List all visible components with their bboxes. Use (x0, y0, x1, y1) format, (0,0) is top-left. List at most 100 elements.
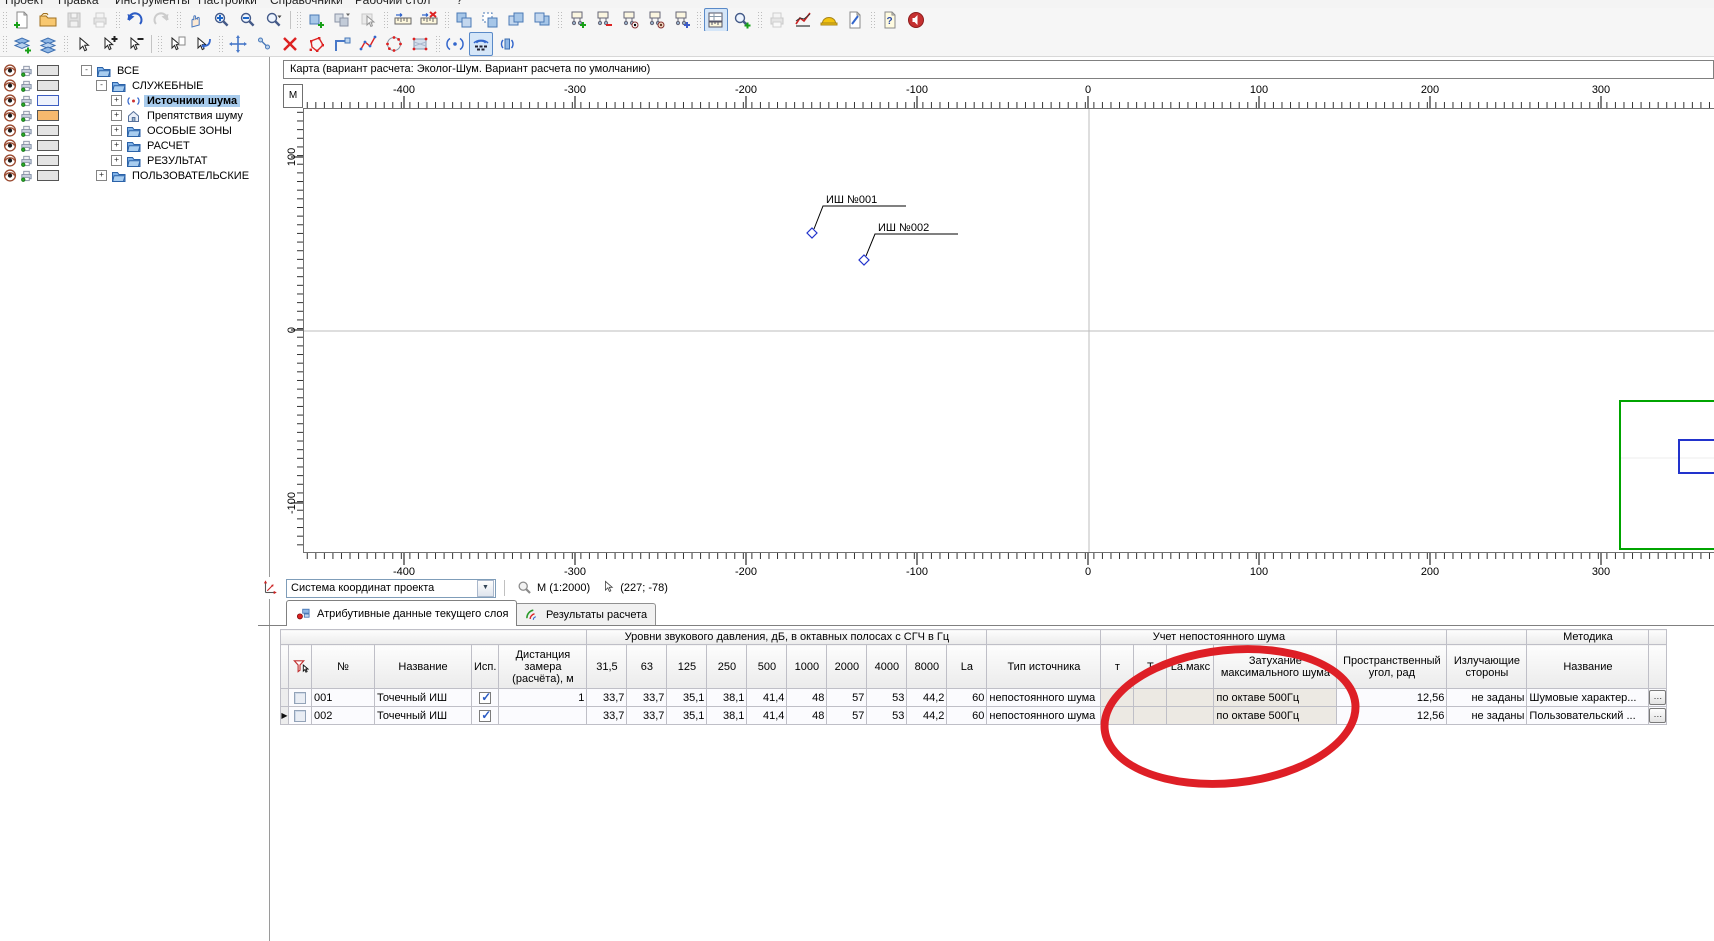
column-header[interactable]: 250 (707, 645, 747, 689)
source-type-cell[interactable]: непостоянного шума (987, 707, 1101, 725)
noise-source-marker[interactable]: ИШ №002 (859, 222, 958, 265)
visibility-eye-icon[interactable] (3, 64, 17, 77)
zoom-scale-button[interactable] (262, 8, 286, 32)
level-cell[interactable]: 35,1 (667, 689, 707, 707)
expand-icon[interactable]: + (111, 155, 122, 166)
collapse-icon[interactable]: - (96, 80, 107, 91)
noise-area-tool-button[interactable] (495, 32, 519, 56)
sound-calc-button[interactable] (904, 8, 928, 32)
menu-item-?[interactable]: ? (456, 0, 463, 7)
open-folder-button[interactable] (36, 8, 60, 32)
paste-shape-button[interactable] (478, 8, 502, 32)
level-cell[interactable]: 60 (947, 707, 987, 725)
level-cell[interactable]: 41,4 (747, 689, 787, 707)
select-add-button[interactable] (304, 8, 328, 32)
layer-print-icon[interactable] (19, 124, 34, 137)
zoom-object-button[interactable] (730, 8, 754, 32)
level-cell[interactable]: 53 (867, 689, 907, 707)
filter-header-cell[interactable] (289, 645, 312, 689)
print-map-button[interactable] (765, 8, 789, 32)
tree-row-служебные[interactable]: - СЛУЖЕБНЫЕ (0, 78, 269, 93)
level-cell[interactable]: 33,7 (587, 707, 627, 725)
layer-print-icon[interactable] (19, 169, 34, 182)
tree-row-особые-зоны[interactable]: +ОСОБЫЕ ЗОНЫ (0, 123, 269, 138)
polygon-tool-button[interactable] (304, 32, 328, 56)
layer-node-add-button[interactable] (565, 8, 589, 32)
tree-row-источники-шума[interactable]: + Источники шума (0, 93, 269, 108)
building-rect[interactable] (1620, 401, 1714, 549)
expand-icon[interactable]: + (111, 110, 122, 121)
level-cell[interactable]: 33,7 (627, 707, 667, 725)
edit-cell[interactable]: … (1649, 707, 1667, 725)
calculation-button[interactable] (817, 8, 841, 32)
sides-cell[interactable]: не заданы (1447, 689, 1527, 707)
column-header[interactable]: 1000 (787, 645, 827, 689)
visibility-eye-icon[interactable] (3, 94, 17, 107)
column-header[interactable]: 4000 (867, 645, 907, 689)
layer-color-swatch[interactable] (37, 125, 59, 136)
tree-row-label[interactable]: СЛУЖЕБНЫЕ (129, 80, 207, 92)
cursor-add-button[interactable] (97, 32, 121, 56)
tree-row-расчет[interactable]: + РАСЧЕТ (0, 138, 269, 153)
measure-delete-button[interactable] (417, 8, 441, 32)
row-select-cell[interactable] (289, 689, 312, 707)
tree-row-label[interactable]: Препятствия шуму (144, 110, 246, 122)
level-cell[interactable]: 48 (787, 689, 827, 707)
layer-node-move-button[interactable] (669, 8, 693, 32)
name-cell[interactable]: Точечный ИШ (375, 707, 472, 725)
attr-table-button[interactable] (704, 8, 728, 32)
menu-item-рабочий стол[interactable]: Рабочий стол (355, 0, 430, 7)
layer-print-icon[interactable] (19, 64, 34, 77)
layer-print-icon[interactable] (19, 94, 34, 107)
zoom-out-button[interactable] (236, 8, 260, 32)
column-header[interactable]: Название (375, 645, 472, 689)
layers-add-button[interactable] (10, 32, 34, 56)
column-header[interactable]: 2000 (827, 645, 867, 689)
layer-color-swatch[interactable] (37, 140, 59, 151)
delete-object-button[interactable] (278, 32, 302, 56)
coordinate-system-combobox[interactable]: Система координат проекта ▼ (286, 579, 496, 598)
expand-icon[interactable]: + (111, 140, 122, 151)
tree-row-препятствия-шуму[interactable]: + Препятствия шуму (0, 108, 269, 123)
layer-node-vis-button[interactable] (617, 8, 641, 32)
level-cell[interactable]: 53 (867, 707, 907, 725)
distance-cell[interactable]: 1 (499, 689, 587, 707)
more-button[interactable]: … (1649, 708, 1666, 723)
tree-row-label[interactable]: ОСОБЫЕ ЗОНЫ (144, 125, 235, 137)
menu-item-правка[interactable]: Правка (58, 0, 99, 7)
column-header[interactable]: Название (1527, 645, 1649, 689)
tree-row-пользовательские[interactable]: +ПОЛЬЗОВАТЕЛЬСКИЕ (0, 168, 269, 183)
expand-icon[interactable]: + (111, 95, 122, 106)
new-doc-button[interactable] (10, 8, 34, 32)
level-cell[interactable]: 60 (947, 689, 987, 707)
tree-row-label[interactable]: РЕЗУЛЬТАТ (144, 155, 210, 167)
collapse-icon[interactable]: - (81, 65, 92, 76)
mesh-tool-button[interactable] (408, 32, 432, 56)
select-arrow-button[interactable] (356, 8, 380, 32)
copy-shape-button[interactable] (452, 8, 476, 32)
column-header[interactable]: Исп. (472, 645, 499, 689)
edit-cell[interactable]: … (1649, 689, 1667, 707)
column-header[interactable]: Пространственный угол, рад (1337, 645, 1447, 689)
tree-row-label[interactable]: ВСЕ (114, 65, 142, 77)
row-select-checkbox[interactable] (294, 710, 306, 722)
chevron-down-icon[interactable]: ▼ (477, 580, 494, 597)
tree-row-label[interactable]: РАСЧЕТ (144, 140, 193, 152)
num-cell[interactable]: 002 (312, 707, 375, 725)
row-select-checkbox[interactable] (294, 692, 306, 704)
visibility-eye-icon[interactable] (3, 154, 17, 167)
pan-hand-button[interactable] (184, 8, 208, 32)
layer-color-swatch[interactable] (37, 170, 59, 181)
report-doc-button[interactable] (843, 8, 867, 32)
level-cell[interactable]: 57 (827, 707, 867, 725)
layer-node-remove-button[interactable] (591, 8, 615, 32)
tree-row-label[interactable]: Источники шума (144, 95, 240, 107)
menu-item-настройки[interactable]: Настройки (198, 0, 257, 7)
layers-list-button[interactable] (36, 32, 60, 56)
layer-color-swatch[interactable] (37, 80, 59, 91)
redo-button[interactable] (149, 8, 173, 32)
sides-cell[interactable]: не заданы (1447, 707, 1527, 725)
tree-row-label[interactable]: ПОЛЬЗОВАТЕЛЬСКИЕ (129, 170, 252, 182)
select-multi-button[interactable] (330, 8, 354, 32)
column-header[interactable]: № (312, 645, 375, 689)
